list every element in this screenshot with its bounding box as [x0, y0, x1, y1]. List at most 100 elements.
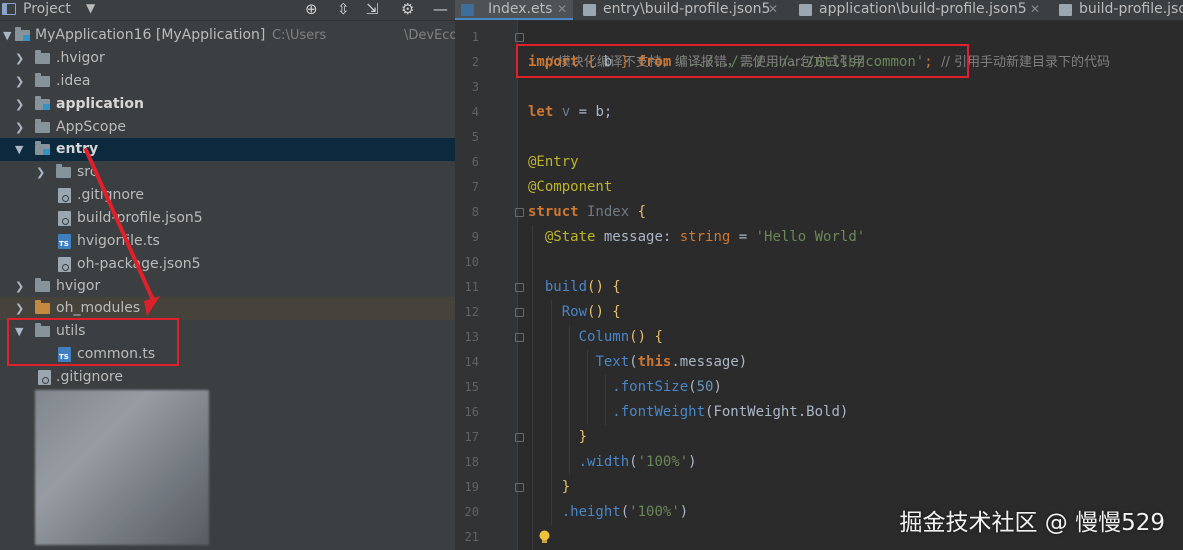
tree-item-path: C:\Users: [272, 28, 327, 43]
locate-icon[interactable]: ⊕: [305, 0, 318, 18]
tree-item-hvigor-dir[interactable]: ❯ .hvigor: [0, 47, 455, 70]
brace: }: [578, 429, 588, 445]
code-line-4[interactable]: let v = b;: [528, 100, 612, 125]
chevron-right-icon[interactable]: ❯: [36, 161, 45, 184]
hide-panel-icon[interactable]: —: [433, 0, 448, 18]
code-line-8[interactable]: struct Index {: [528, 200, 646, 225]
config-file-icon: [58, 257, 71, 272]
expand-all-icon[interactable]: ⇳: [337, 0, 350, 18]
tree-item-label: .gitignore: [56, 369, 123, 385]
keyword: this: [637, 354, 672, 370]
tree-item-root-gitignore[interactable]: .gitignore: [0, 366, 455, 389]
code-line-18[interactable]: .width('100%'): [528, 450, 697, 475]
code-line-7[interactable]: @Component: [528, 175, 612, 200]
chevron-right-icon[interactable]: ❯: [15, 47, 24, 70]
code-line-14[interactable]: Text(this.message): [528, 350, 747, 375]
chevron-right-icon[interactable]: ❯: [15, 70, 24, 93]
config-file-icon: [38, 370, 51, 385]
tab-label: application\build-profile.json5: [819, 1, 1027, 17]
line-number: 9: [471, 230, 479, 244]
punct: () {: [587, 279, 621, 295]
punct: () {: [587, 304, 621, 320]
close-icon[interactable]: ✕: [768, 0, 778, 19]
code-line-12[interactable]: Row() {: [528, 300, 621, 325]
code-line-19[interactable]: }: [528, 475, 570, 500]
chevron-right-icon[interactable]: ❯: [15, 275, 24, 298]
tree-item-appscope[interactable]: ❯ AppScope: [0, 116, 455, 139]
gear-icon[interactable]: ⚙: [401, 0, 414, 18]
punct: () {: [629, 329, 663, 345]
fold-marker[interactable]: [515, 283, 524, 292]
keyword: struct: [528, 204, 579, 220]
chevron-down-icon[interactable]: ▼: [86, 1, 95, 15]
code-line-9[interactable]: @State message: string = 'Hello World': [528, 225, 865, 250]
fold-marker[interactable]: [515, 208, 524, 217]
fold-marker[interactable]: [515, 33, 524, 42]
close-icon[interactable]: ✕: [1030, 0, 1040, 19]
config-file-icon: [1059, 4, 1072, 16]
line-number: 2: [471, 55, 479, 69]
method-name: .width: [578, 454, 630, 470]
tree-item-label: build-profile.json5: [77, 210, 203, 226]
code-line-13[interactable]: Column() {: [528, 325, 663, 350]
tab-index-ets[interactable]: Index.ets ✕: [455, 0, 573, 20]
collapse-all-icon[interactable]: ⇲: [366, 0, 379, 18]
lightbulb-icon[interactable]: [538, 530, 551, 544]
fold-marker[interactable]: [515, 483, 524, 492]
punct: ): [713, 379, 722, 395]
line-number: 21: [464, 530, 479, 544]
tab-entry-build-profile[interactable]: entry\build-profile.json5 ✕: [577, 0, 787, 20]
tree-item-idea[interactable]: ❯ .idea: [0, 70, 455, 93]
code-line-15[interactable]: .fontSize(50): [528, 375, 722, 400]
expression: = b;: [570, 104, 613, 120]
punct: (: [688, 379, 697, 395]
tree-item-src[interactable]: ❯ src: [0, 161, 455, 184]
tab-build-profile[interactable]: build-profile.json: [1053, 0, 1183, 20]
function-name: Row: [561, 304, 588, 320]
tree-item-oh-modules[interactable]: ❯ oh_modules: [0, 297, 455, 320]
line-number: 13: [464, 330, 479, 344]
tree-item-entry[interactable]: ▼ entry: [0, 138, 455, 161]
tab-application-build-profile[interactable]: application\build-profile.json5 ✕: [793, 0, 1048, 20]
tree-item-oh-package[interactable]: oh-package.json5: [0, 253, 455, 276]
tree-item-gitignore[interactable]: .gitignore: [0, 184, 455, 207]
string-literal: '100%': [629, 504, 680, 520]
chevron-down-icon[interactable]: ▼: [15, 138, 23, 161]
folder-icon: [35, 73, 50, 87]
line-number: 15: [464, 380, 479, 394]
tree-item-hvigorfile[interactable]: hvigorfile.ts: [0, 230, 455, 253]
tree-item-application[interactable]: ❯ application: [0, 93, 455, 116]
code-line-17[interactable]: }: [528, 425, 587, 450]
typescript-file-icon: [58, 234, 71, 249]
line-number: 12: [464, 305, 479, 319]
chevron-right-icon[interactable]: ❯: [15, 93, 24, 116]
close-icon[interactable]: ✕: [557, 0, 567, 19]
project-view-icon: [2, 3, 16, 15]
line-number: 11: [464, 280, 479, 294]
project-view-selector[interactable]: Project: [23, 0, 71, 18]
tree-item-hvigor[interactable]: ❯ hvigor: [0, 275, 455, 298]
tree-item-build-profile[interactable]: build-profile.json5: [0, 207, 455, 230]
function-name: build: [544, 279, 588, 295]
chevron-down-icon[interactable]: ▼: [3, 24, 11, 47]
line-number: 18: [464, 455, 479, 469]
line-number: 4: [471, 105, 479, 119]
ets-file-icon: [461, 4, 474, 16]
tree-item-label: hvigor: [56, 278, 101, 294]
expression: .message): [671, 354, 748, 370]
function-name: Text: [595, 354, 630, 370]
fold-marker[interactable]: [515, 433, 524, 442]
chevron-right-icon[interactable]: ❯: [15, 297, 24, 320]
code-line-16[interactable]: .fontWeight(FontWeight.Bold): [528, 400, 848, 425]
chevron-right-icon[interactable]: ❯: [15, 116, 24, 139]
code-line-6[interactable]: @Entry: [528, 150, 579, 175]
fold-marker[interactable]: [515, 308, 524, 317]
import-highlight-box: [516, 44, 969, 78]
utils-highlight-box: [7, 318, 179, 366]
code-line-11[interactable]: build() {: [528, 275, 621, 300]
code-line-20[interactable]: .height('100%'): [528, 500, 688, 525]
tree-item-root[interactable]: ▼ MyApplication16 [MyApplication] C:\Use…: [0, 24, 455, 47]
config-file-icon: [58, 188, 71, 203]
number-literal: 50: [696, 379, 714, 395]
fold-marker[interactable]: [515, 333, 524, 342]
